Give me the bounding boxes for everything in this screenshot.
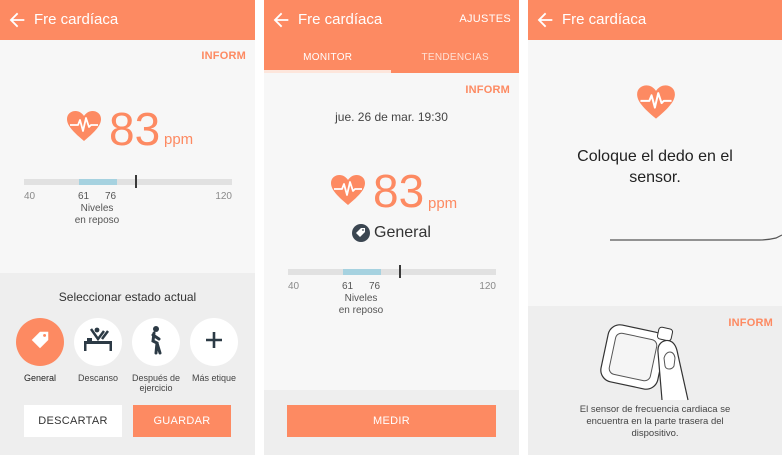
resting-range-segment: [79, 179, 117, 185]
state-general-label: General: [23, 373, 57, 383]
heart-rate-icon: [66, 110, 102, 142]
state-resting-button[interactable]: [74, 318, 122, 366]
instruction-text: Coloque el dedo en el sensor.: [538, 146, 772, 188]
instruction-line2: sensor.: [629, 169, 681, 186]
current-value-marker: [399, 265, 401, 278]
scale-max: 120: [215, 191, 232, 202]
scale-min: 40: [288, 281, 300, 292]
inform-button[interactable]: INFORM: [201, 50, 246, 62]
heart-rate-icon: [330, 174, 366, 206]
state-selector-panel: Seleccionar estado actual General Descan…: [0, 273, 255, 455]
inform-button[interactable]: INFORM: [465, 84, 510, 96]
range-caption-line1: Niveles: [80, 203, 114, 214]
sensor-text-line1: El sensor de frecuencia cardiaca se: [579, 404, 731, 415]
range-caption-line2: en reposo: [74, 215, 120, 226]
range-low: 61: [342, 281, 354, 292]
scale-max: 120: [479, 281, 496, 292]
app-bar: Fre cardíaca: [0, 0, 255, 40]
range-caption-line2: en reposo: [338, 305, 384, 316]
range-low: 61: [78, 191, 90, 202]
tag-label: General: [374, 224, 431, 241]
heart-rate-value: 83: [373, 165, 425, 217]
heart-rate-unit: ppm: [428, 195, 458, 212]
state-post-exercise-label-line1: Después de: [131, 373, 181, 383]
heart-rate-unit: ppm: [164, 131, 194, 148]
resting-person-icon: [82, 327, 114, 358]
save-button[interactable]: GUARDAR: [133, 405, 231, 437]
state-post-exercise-button[interactable]: [132, 318, 180, 366]
sensor-text-line2: encuentra en la parte trasera del: [586, 416, 724, 427]
settings-button[interactable]: AJUSTES: [459, 13, 511, 25]
tab-trends[interactable]: TENDENCIAS: [392, 52, 520, 63]
post-exercise-person-icon: [145, 325, 167, 360]
sensor-info-panel: INFORM El sensor de frecuencia cardiaca …: [528, 306, 782, 455]
page-title: Fre cardíaca: [298, 11, 383, 28]
current-value-marker: [135, 175, 137, 188]
heart-rate-icon: [636, 84, 676, 120]
inform-button[interactable]: INFORM: [728, 317, 773, 329]
back-arrow-icon[interactable]: [270, 9, 292, 31]
sensor-location-text: El sensor de frecuencia cardiaca se encu…: [568, 404, 742, 440]
result-screen: Fre cardíaca INFORM 83 ppm 40 120 61 76 …: [0, 0, 255, 455]
range-high: 76: [369, 281, 381, 292]
heart-rate-value: 83: [109, 103, 161, 155]
resting-range-segment: [343, 269, 381, 275]
state-general-button[interactable]: [16, 318, 64, 366]
app-bar: Fre cardíaca: [528, 0, 782, 40]
instruction-line1: Coloque el dedo en el: [577, 148, 733, 165]
state-selector-title: Seleccionar estado actual: [58, 290, 197, 304]
back-arrow-icon[interactable]: [6, 9, 28, 31]
tag-icon: [352, 224, 370, 242]
active-tab-indicator: [264, 70, 391, 73]
measurement-date: jue. 26 de mar. 19:30: [335, 110, 448, 124]
range-caption-line1: Niveles: [344, 293, 378, 304]
state-post-exercise-label-line2: ejercicio: [139, 383, 173, 393]
resting-range-bar: [24, 175, 232, 188]
tab-monitor[interactable]: MONITOR: [264, 52, 392, 63]
sensor-text-line3: dispositivo.: [631, 428, 679, 439]
range-high: 76: [105, 191, 117, 202]
tag-icon: [29, 329, 51, 356]
plus-icon: [205, 331, 223, 354]
finger-on-sensor-illustration-icon: [592, 322, 712, 407]
measure-button[interactable]: MEDIR: [287, 405, 496, 437]
monitor-screen: Fre cardíaca AJUSTES MONITOR TENDENCIAS …: [264, 0, 519, 455]
scale-min: 40: [24, 191, 36, 202]
signal-line: [610, 234, 782, 241]
state-resting-label: Descanso: [77, 373, 119, 383]
bottom-action-bar: MEDIR: [264, 390, 519, 455]
state-more-tags-button[interactable]: [190, 318, 238, 366]
state-more-tags-label: Más etique: [191, 373, 237, 383]
resting-range-bar: [288, 265, 496, 278]
page-title: Fre cardíaca: [562, 11, 647, 28]
measuring-screen: Fre cardíaca Coloque el dedo en el senso…: [528, 0, 782, 455]
back-arrow-icon[interactable]: [534, 9, 556, 31]
app-bar: Fre cardíaca AJUSTES MONITOR TENDENCIAS: [264, 0, 519, 73]
page-title: Fre cardíaca: [34, 11, 119, 28]
discard-button[interactable]: DESCARTAR: [24, 405, 122, 437]
